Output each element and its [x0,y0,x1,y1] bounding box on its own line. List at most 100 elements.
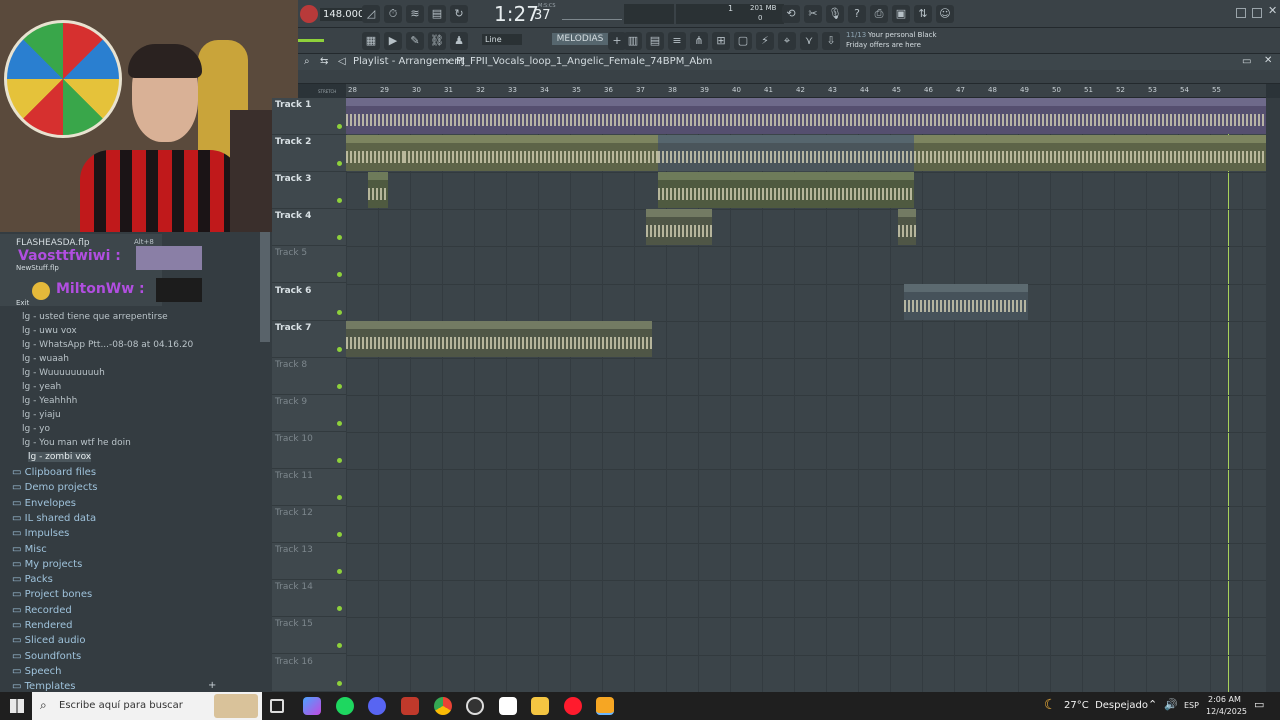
browser-scrollbar[interactable] [260,232,270,342]
audio-clip[interactable]: tecnine - zyzz1 148bpm [882,98,1266,134]
audio-clip[interactable]: LEX_TNDR_149_Full_Drum_Loop_King [914,135,1170,171]
audio-clip[interactable]: LEX_TN...King [346,135,406,171]
plugin-icon[interactable]: ⚡ [756,32,774,50]
minimize-app-button[interactable] [1236,8,1246,18]
track-enable-led[interactable] [337,309,342,315]
playlist-clip-name[interactable]: PJ_FPII_Vocals_loop_1_Angelic_Female_74B… [456,56,712,67]
maximize-app-button[interactable] [1252,8,1262,18]
cut-icon[interactable]: ✂ [804,5,822,23]
track-enable-led[interactable] [337,161,342,167]
recent-file-2[interactable]: NewStuff.flp [16,264,59,272]
audio-clip[interactable]: lg - benji [646,209,712,245]
browser-folder[interactable]: ▭ Impulses [12,528,69,539]
track-header[interactable]: Track 5 [272,246,346,284]
opera-icon[interactable] [564,697,582,715]
step-edit-icon[interactable]: ▤ [428,5,446,23]
audio-clip[interactable]: LEX_TNDR_149_Full_Drum_Loop_King [404,135,658,171]
patcher-icon[interactable]: ⊞ [712,32,730,50]
capcut-icon[interactable] [499,697,517,715]
track-enable-led[interactable] [337,606,342,612]
track-enable-led[interactable] [337,457,342,463]
audio-clip[interactable] [898,209,916,245]
track-enable-led[interactable] [337,569,342,575]
browser-folder[interactable]: ▭ Rendered [12,620,73,631]
download-icon[interactable]: ⇩ [822,32,840,50]
track-header[interactable]: Track 2 [272,135,346,173]
track-header[interactable]: Track 4 [272,209,346,247]
track-enable-led[interactable] [337,346,342,352]
snap-mode-select[interactable]: Line [482,34,522,45]
browser-folder[interactable]: ▭ Sliced audio [12,635,85,646]
track-enable-led[interactable] [337,198,342,204]
browser-file-item[interactable]: lg - yeah [22,382,61,392]
obs-icon[interactable] [466,697,484,715]
link-icon[interactable]: ⛓ [428,32,446,50]
volume-icon[interactable]: 🔊 [1164,698,1178,711]
browser-folder[interactable]: ▭ Clipboard files [12,467,96,478]
track-header[interactable]: Track 7 [272,321,346,358]
browser-file-item[interactable]: lg - uwu vox [22,326,77,336]
mixer-icon[interactable]: ≡ [668,32,686,50]
track-enable-led[interactable] [337,235,342,241]
track-enable-led[interactable] [337,532,342,538]
wait-input-icon[interactable]: ⏱ [384,5,402,23]
browser-file-item[interactable]: lg - You man wtf he doin [22,438,131,448]
browser-icon[interactable]: ▢ [734,32,752,50]
mic-icon[interactable]: 🎙 [826,5,844,23]
piano-roll-icon[interactable]: ▤ [646,32,664,50]
clock-time[interactable]: 2:06 AM [1208,695,1241,704]
play-icon[interactable]: ▶ [384,32,402,50]
task-view-icon[interactable] [270,699,284,713]
timeline-ruler[interactable]: 28 29 30 31 32 33 34 35 36 37 38 39 40 41 42 43 44 45 46 47… [346,84,1266,98]
loop-record-icon[interactable]: ↻ [450,5,468,23]
draw-tool-icon[interactable]: ✎ [406,32,424,50]
tray-chevron-icon[interactable]: ⌃ [1148,698,1157,711]
audio-clip[interactable]: LEX_TNDR_14...m_Loop_King [1170,135,1266,171]
browser-folder[interactable]: ▭ Envelopes [12,498,76,509]
notifications-icon[interactable]: ▭ [1254,698,1264,711]
track-enable-led[interactable] [337,495,342,500]
browser-file-item[interactable]: lg - WhatsApp Ptt...-08-08 at 04.16.20 [22,340,193,350]
audio-clip[interactable] [368,172,388,208]
spotify-icon[interactable] [336,697,354,715]
browser-folder[interactable]: ▭ Misc [12,544,47,555]
restore-playlist-icon[interactable]: ▭ [1242,56,1251,67]
vertical-scrollbar[interactable] [1266,98,1280,692]
language-indicator[interactable]: ESP [1184,701,1199,710]
browser-folder[interactable]: ▭ Project bones [12,589,92,600]
news-line-2[interactable]: Friday offers are here [846,41,921,49]
audio-clip[interactable]: LEX_TNDR_149_Full_Drum_Loop_King [658,135,914,171]
track-header[interactable]: Track 12 [272,506,346,544]
track-header[interactable]: Track 16 [272,655,346,692]
render-icon[interactable]: ⎙ [870,5,888,23]
record-button[interactable] [300,5,318,23]
stamp-icon[interactable]: ♟ [450,32,468,50]
audio-clip[interactable]: PJ_FPII_Vocals_loop_1_Angelic_Female_74B… [346,321,532,357]
playlist-back-icon[interactable]: ◁ [338,56,346,67]
browser-folder[interactable]: ▭ My projects [12,559,82,570]
news-line-1[interactable]: Your personal Black [868,31,937,39]
browser-file-item[interactable]: lg - yiaju [22,410,61,420]
browser-file-item[interactable]: lg - usted tiene que arrepentirse [22,312,168,322]
track-header[interactable]: Track 6 [272,284,346,321]
save-icon[interactable]: ▣ [892,5,910,23]
track-header[interactable]: Track 14 [272,580,346,618]
game-app-icon[interactable] [401,697,419,715]
browser-folder[interactable]: ▭ IL shared data [12,513,96,524]
track-header[interactable]: Track 10 [272,432,346,469]
marker-icon[interactable]: ⌖ [778,32,796,50]
playlist-view-icon[interactable]: ▦ [362,32,380,50]
tempo-display[interactable]: 148.000 [320,8,368,21]
browser-folder[interactable]: ▭ Speech [12,666,61,677]
browser-file-item[interactable]: lg - yo [22,424,50,434]
track-header[interactable]: Track 1 [272,98,346,135]
chat-icon[interactable]: ☺ [936,5,954,23]
track-enable-led[interactable] [337,680,342,686]
clock-date[interactable]: 12/4/2025 [1206,707,1247,716]
track-header[interactable]: Track 9 [272,395,346,432]
midi-icon[interactable]: ⇅ [914,5,932,23]
audio-clip[interactable]: PJ_FPII_Vocals_..emale_74BPM_Abm [904,284,1028,320]
discord-icon[interactable] [368,697,386,715]
audio-clip[interactable]: tecnine - zyzz1 148bpm [346,98,884,134]
chrome-icon[interactable] [434,697,452,715]
